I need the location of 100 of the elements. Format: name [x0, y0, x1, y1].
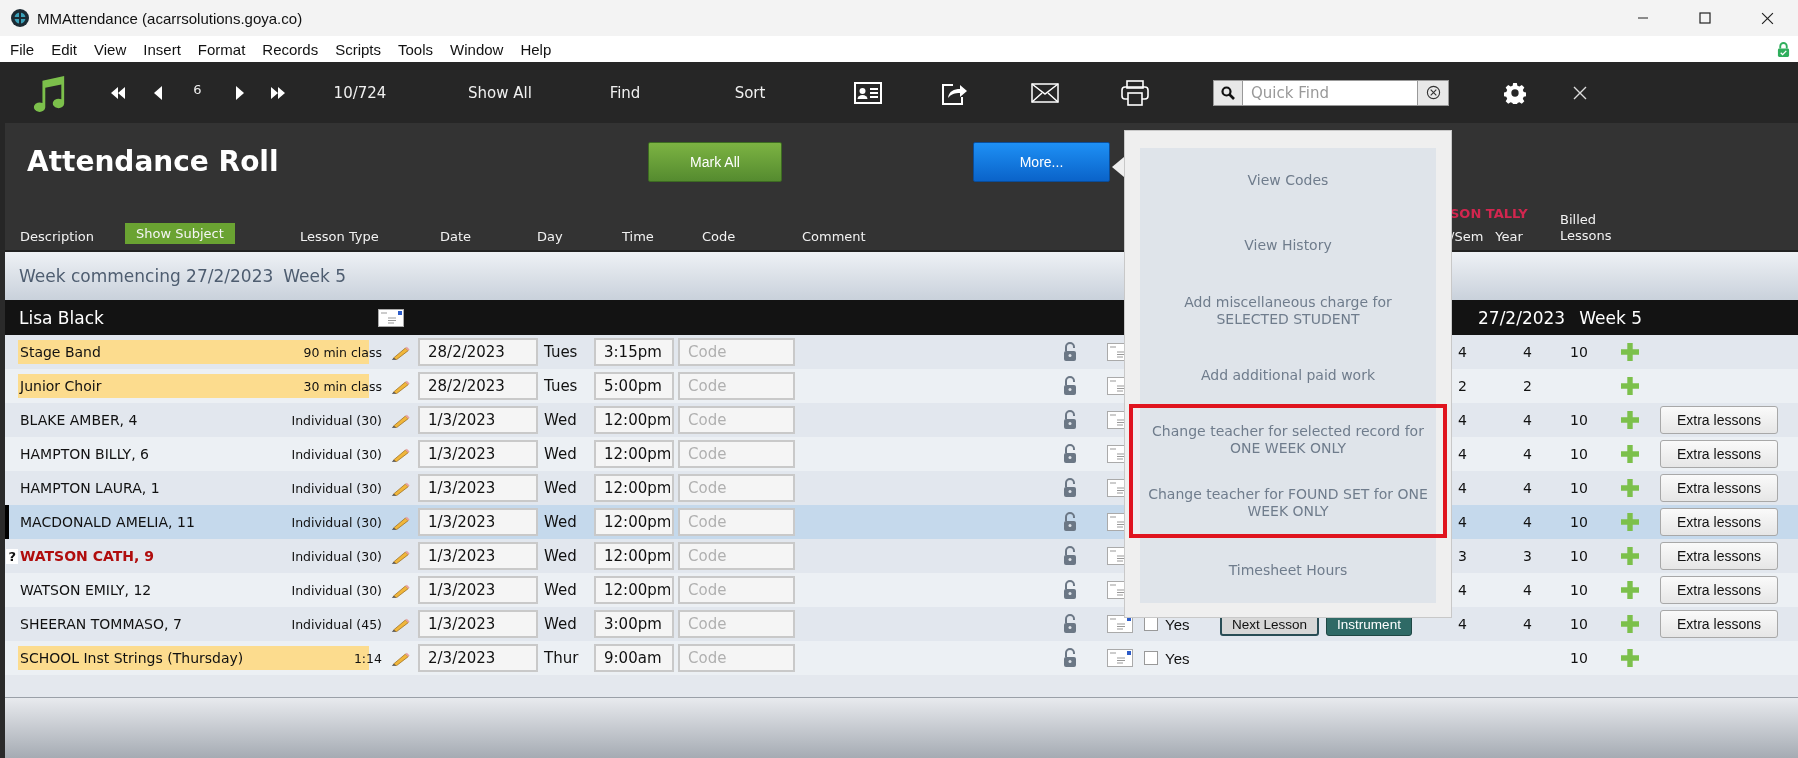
extra-lessons-button[interactable]: Extra lessons	[1660, 474, 1778, 502]
code-field[interactable]: Code	[678, 338, 795, 366]
menu-item[interactable]: View	[94, 40, 127, 58]
pencil-icon[interactable]	[390, 344, 410, 360]
date-field[interactable]: 2/3/2023	[418, 644, 538, 672]
add-button[interactable]	[1621, 649, 1639, 667]
menu-item[interactable]: Insert	[143, 40, 181, 58]
print-button[interactable]	[1119, 77, 1151, 108]
extra-lessons-button[interactable]: Extra lessons	[1660, 576, 1778, 604]
time-field[interactable]: 12:00pm	[594, 542, 674, 570]
code-field[interactable]: Code	[678, 610, 795, 638]
time-field[interactable]: 3:15pm	[594, 338, 674, 366]
time-field[interactable]: 12:00pm	[594, 474, 674, 502]
envelope-icon[interactable]	[1107, 649, 1133, 667]
search-button[interactable]	[1213, 79, 1243, 106]
extra-lessons-button[interactable]: Extra lessons	[1660, 508, 1778, 536]
code-field[interactable]: Code	[678, 406, 795, 434]
next-record-button[interactable]	[234, 83, 246, 102]
pencil-icon[interactable]	[390, 480, 410, 496]
tally-heading: SON TALLY	[1450, 206, 1529, 221]
code-field[interactable]: Code	[678, 372, 795, 400]
lesson-type: Individual (30)	[291, 514, 382, 530]
extra-lessons-button[interactable]: Extra lessons	[1660, 542, 1778, 570]
more-button[interactable]: More...	[973, 142, 1110, 182]
pencil-icon[interactable]	[390, 616, 410, 632]
add-button[interactable]	[1621, 445, 1639, 463]
time-field[interactable]: 9:00am	[594, 644, 674, 672]
tally-count: 4	[1458, 480, 1467, 496]
menu-item[interactable]: Edit	[51, 40, 78, 58]
padlock-icon[interactable]	[1063, 580, 1077, 600]
pencil-icon[interactable]	[390, 412, 410, 428]
menu-item[interactable]: Format	[197, 40, 246, 58]
time-field[interactable]: 12:00pm	[594, 440, 674, 468]
extra-lessons-button[interactable]: Extra lessons	[1660, 610, 1778, 638]
date-field[interactable]: 1/3/2023	[418, 576, 538, 604]
padlock-icon[interactable]	[1063, 478, 1077, 498]
extra-lessons-button[interactable]: Extra lessons	[1660, 440, 1778, 468]
column-header: Description	[20, 229, 96, 244]
day-text: Wed	[543, 513, 578, 531]
padlock-icon[interactable]	[1063, 546, 1077, 566]
pencil-icon[interactable]	[390, 650, 410, 666]
padlock-icon[interactable]	[1063, 342, 1077, 362]
column-header: Code	[702, 229, 737, 244]
column-header: Time	[622, 229, 655, 244]
code-field[interactable]: Code	[678, 440, 795, 468]
date-field[interactable]: 28/2/2023	[418, 338, 538, 366]
add-button[interactable]	[1621, 377, 1639, 395]
add-button[interactable]	[1621, 581, 1639, 599]
time-field[interactable]: 12:00pm	[594, 576, 674, 604]
menu-item[interactable]: Tools	[398, 40, 434, 58]
code-field[interactable]: Code	[678, 576, 795, 604]
contact-card-button[interactable]	[851, 79, 884, 106]
date-field[interactable]: 1/3/2023	[418, 508, 538, 536]
padlock-icon[interactable]	[1063, 410, 1077, 430]
envelope-icon[interactable]	[378, 308, 404, 327]
tally-count: 4	[1458, 412, 1467, 428]
pencil-icon[interactable]	[390, 446, 410, 462]
menu-item[interactable]: Scripts	[335, 40, 381, 58]
code-field[interactable]: Code	[678, 542, 795, 570]
lesson-type: 30 min class	[303, 378, 382, 394]
menu-item[interactable]: Records	[262, 40, 319, 58]
code-field[interactable]: Code	[678, 508, 795, 536]
padlock-icon[interactable]	[1063, 512, 1077, 532]
pencil-icon[interactable]	[390, 378, 410, 394]
extra-lessons-button[interactable]: Extra lessons	[1660, 406, 1778, 434]
toolbar-button[interactable]: Find	[607, 81, 643, 104]
email-button[interactable]	[1029, 80, 1061, 105]
quick-find-field[interactable]: Quick Find	[1243, 79, 1417, 106]
tally-count: 4	[1458, 446, 1467, 462]
time-field[interactable]: 12:00pm	[594, 406, 674, 434]
menu-item[interactable]: Help	[520, 40, 552, 58]
code-field[interactable]: Code	[678, 644, 795, 672]
lesson-type: Individual (30)	[291, 582, 382, 598]
pencil-icon[interactable]	[390, 514, 410, 530]
menu-item[interactable]: File	[10, 40, 35, 58]
padlock-icon[interactable]	[1063, 444, 1077, 464]
column-header: Billed Lessons	[1560, 212, 1613, 244]
code-field[interactable]: Code	[678, 474, 795, 502]
time-field[interactable]: 5:00pm	[594, 372, 674, 400]
toolbar-button[interactable]: Sort	[732, 81, 768, 104]
checkbox[interactable]	[1144, 651, 1158, 665]
date-field[interactable]: 1/3/2023	[418, 406, 538, 434]
time-field[interactable]: 3:00pm	[594, 610, 674, 638]
padlock-icon[interactable]	[1063, 376, 1077, 396]
tally-count: 3	[1458, 548, 1467, 564]
envelope-icon[interactable]	[1107, 615, 1133, 633]
tally-count: 4	[1523, 514, 1532, 530]
date-field[interactable]: 1/3/2023	[418, 440, 538, 468]
date-field[interactable]: 1/3/2023	[418, 542, 538, 570]
clear-button[interactable]	[1417, 79, 1449, 106]
time-field[interactable]: 12:00pm	[594, 508, 674, 536]
date-field[interactable]: 28/2/2023	[418, 372, 538, 400]
date-field[interactable]: 1/3/2023	[418, 474, 538, 502]
menu-item[interactable]: Window	[450, 40, 504, 58]
padlock-icon[interactable]	[1063, 614, 1077, 634]
toolbar-button[interactable]: Show All	[466, 81, 534, 104]
padlock-icon[interactable]	[1063, 648, 1077, 668]
pencil-icon[interactable]	[390, 548, 410, 564]
pencil-icon[interactable]	[390, 582, 410, 598]
date-field[interactable]: 1/3/2023	[418, 610, 538, 638]
